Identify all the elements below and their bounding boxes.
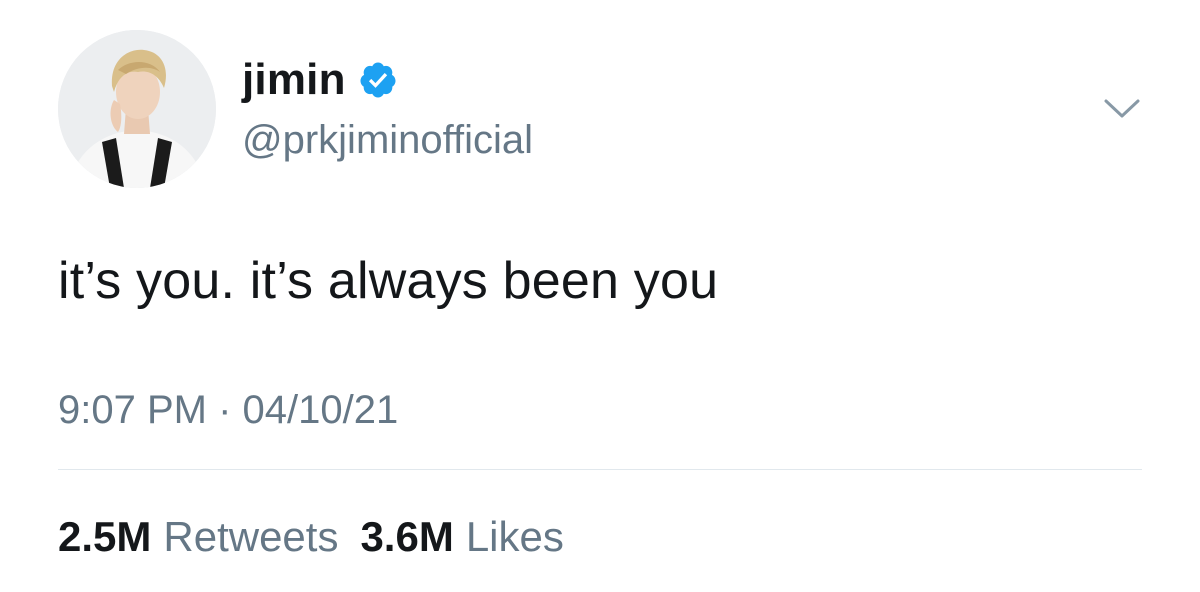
retweets-count: 2.5M [58, 513, 152, 560]
retweets-label: Retweets [163, 513, 339, 560]
tweet-text: it’s you. it’s always been you [58, 252, 719, 310]
author-name-row: jimin [242, 50, 398, 110]
display-name[interactable]: jimin [242, 50, 346, 110]
author-handle[interactable]: @prkjiminofficial [242, 115, 533, 165]
tweet-timestamp[interactable]: 9:07 PM · 04/10/21 [58, 385, 398, 435]
avatar[interactable] [58, 30, 216, 188]
likes-count: 3.6M [360, 513, 454, 560]
retweets-stat[interactable]: 2.5M Retweets [58, 510, 338, 564]
avatar-image [58, 30, 216, 188]
likes-label: Likes [465, 513, 564, 560]
tweet-card: jimin @prkjiminofficial it’s you. it’s a… [0, 0, 1200, 592]
divider [58, 469, 1142, 470]
chevron-down-icon[interactable] [1102, 96, 1142, 122]
tweet-stats: 2.5M Retweets 3.6M Likes [58, 510, 586, 564]
verified-badge-icon [358, 60, 398, 100]
likes-stat[interactable]: 3.6M Likes [360, 510, 563, 564]
